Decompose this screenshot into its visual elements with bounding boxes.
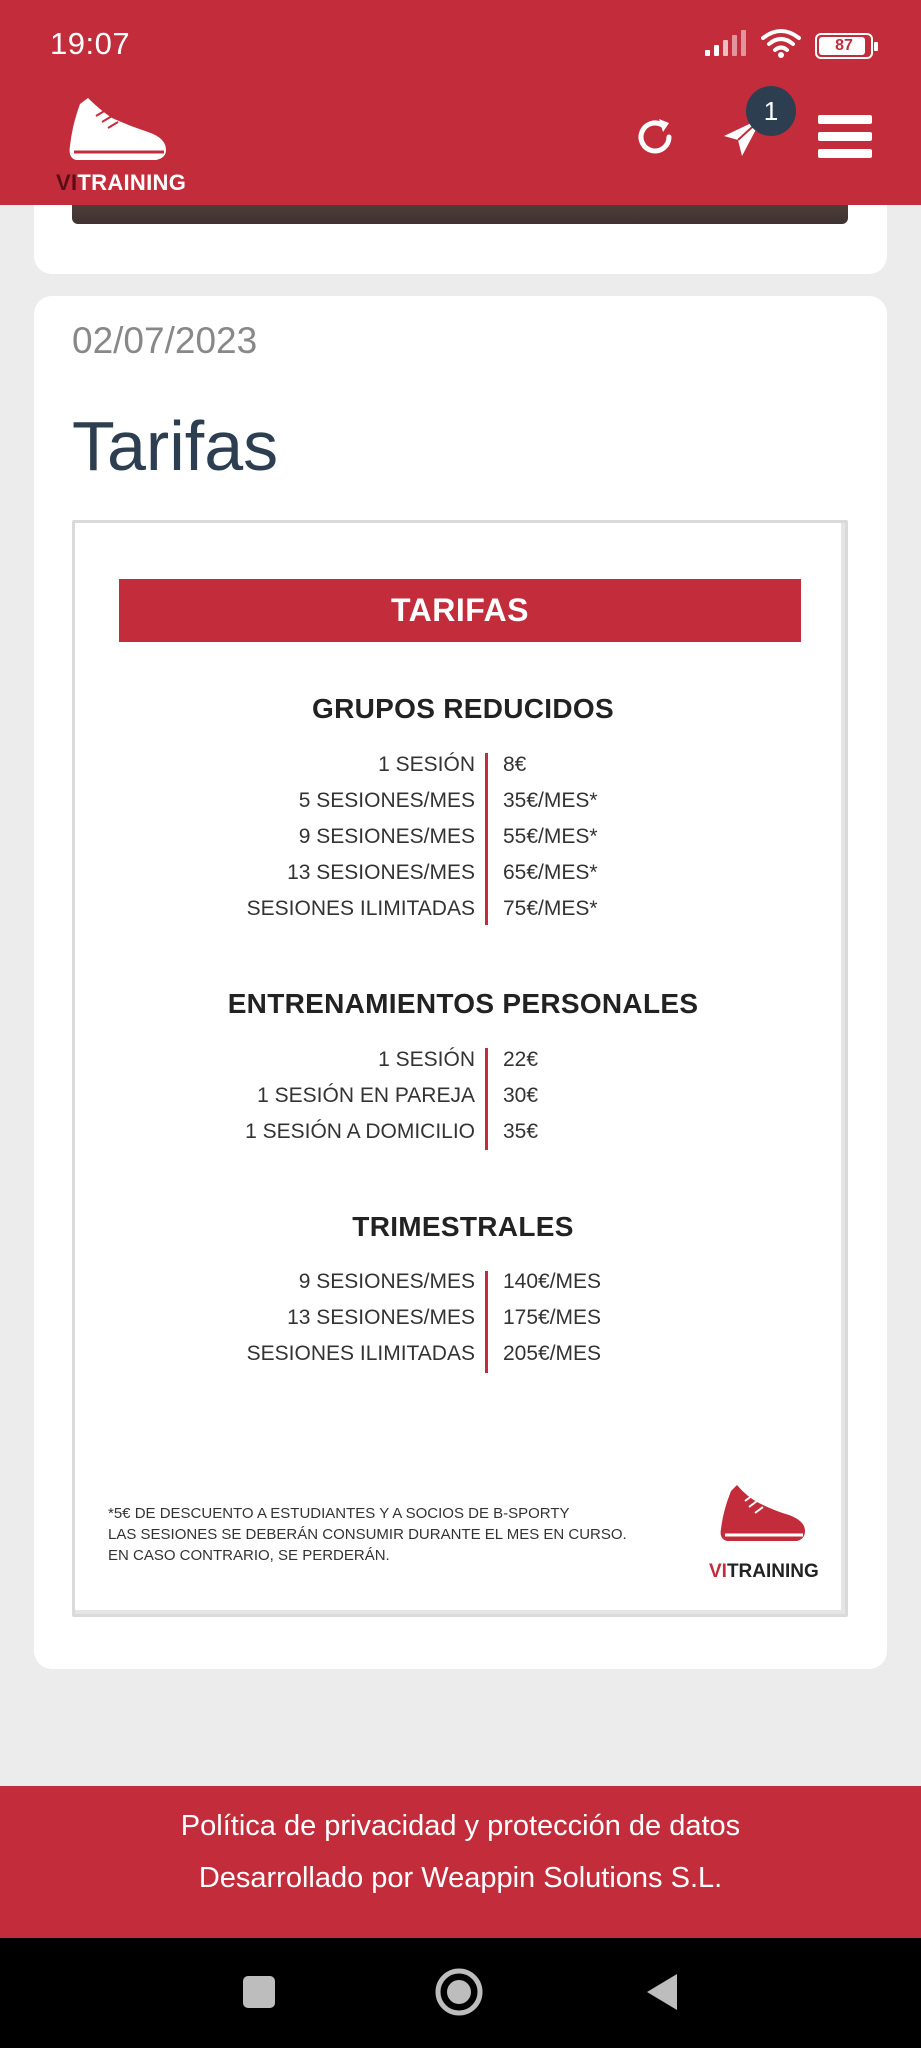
privacy-policy-link[interactable]: Política de privacidad y protección de d… [0, 1810, 921, 1843]
rate-row: SESIONES ILIMITADAS 75€/MES* [75, 891, 851, 927]
refresh-button[interactable] [628, 112, 682, 166]
battery-level: 87 [835, 36, 853, 54]
rates-flyer[interactable]: TARIFAS GRUPOS REDUCIDOS 1 SESIÓN 8€ 5 S… [72, 520, 848, 1617]
rate-price: 65€/MES* [503, 861, 598, 884]
rate-price: 55€/MES* [503, 825, 598, 848]
wifi-icon [761, 28, 801, 63]
rate-label: 9 SESIONES/MES [298, 1270, 475, 1293]
flyer-logo: VITRAINING [709, 1483, 819, 1583]
note-line: EN CASO CONTRARIO, SE PERDERÁN. [108, 1547, 390, 1564]
flyer-banner: TARIFAS [119, 579, 801, 642]
rate-row: 9 SESIONES/MES 55€/MES* [75, 819, 851, 855]
back-button[interactable] [634, 1966, 690, 2022]
rate-row: 1 SESIÓN A DOMICILIO 35€ [75, 1114, 851, 1150]
signal-icon [705, 30, 747, 61]
rate-label: 1 SESIÓN A DOMICILIO [245, 1120, 475, 1143]
note-line: LAS SESIONES SE DEBERÁN CONSUMIR DURANTE… [108, 1526, 627, 1543]
rate-label: SESIONES ILIMITADAS [246, 897, 475, 920]
square-icon [242, 1975, 276, 2014]
system-nav-bar [0, 1938, 921, 2048]
rate-price: 205€/MES [503, 1342, 602, 1365]
rate-row: 1 SESIÓN EN PAREJA 30€ [75, 1078, 851, 1114]
hamburger-menu-icon [818, 114, 872, 164]
status-time: 19:07 [50, 26, 131, 61]
flyer-notes: *5€ DE DESCUENTO A ESTUDIANTES Y A SOCIO… [108, 1503, 627, 1566]
post-date: 02/07/2023 [72, 320, 258, 361]
rate-price: 140€/MES [503, 1270, 602, 1293]
flyer-logo-text: VITRAINING [709, 1561, 819, 1582]
section-title-grupos: GRUPOS REDUCIDOS [312, 693, 614, 724]
rate-label: 9 SESIONES/MES [298, 825, 475, 848]
rate-label: 13 SESIONES/MES [287, 1306, 475, 1329]
logo-text: VITRAINING [56, 170, 187, 195]
rate-label: 1 SESIÓN [378, 1048, 475, 1071]
post-card: 02/07/2023 Tarifas TARIFAS GRUPOS REDUCI… [34, 296, 887, 1669]
recents-button[interactable] [231, 1966, 287, 2022]
rate-row: 13 SESIONES/MES 175€/MES [75, 1300, 851, 1336]
rate-label: 5 SESIONES/MES [298, 789, 475, 812]
rate-price: 8€ [503, 753, 527, 776]
home-button[interactable] [431, 1966, 487, 2022]
sneaker-icon [66, 96, 170, 173]
rate-price: 30€ [503, 1084, 539, 1107]
rate-label: 1 SESIÓN [378, 753, 475, 776]
section-title-trimestrales: TRIMESTRALES [352, 1211, 574, 1242]
rate-label: 1 SESIÓN EN PAREJA [257, 1084, 475, 1107]
red-sneaker-icon [717, 1483, 809, 1554]
rate-row: 1 SESIÓN 22€ [75, 1042, 851, 1078]
post-title: Tarifas [72, 407, 279, 485]
note-line: *5€ DE DESCUENTO A ESTUDIANTES Y A SOCIO… [108, 1505, 570, 1522]
app-logo[interactable]: VITRAINING [56, 96, 186, 200]
page-footer: Política de privacidad y protección de d… [0, 1786, 921, 1938]
rate-label: 13 SESIONES/MES [287, 861, 475, 884]
developer-link[interactable]: Desarrollado por Weappin Solutions S.L. [0, 1862, 921, 1895]
rate-price: 175€/MES [503, 1306, 602, 1329]
triangle-back-icon [645, 1972, 679, 2017]
circle-icon [434, 1967, 484, 2022]
rate-price: 35€/MES* [503, 789, 598, 812]
rate-row: 1 SESIÓN 8€ [75, 747, 851, 783]
rate-row: 13 SESIONES/MES 65€/MES* [75, 855, 851, 891]
rate-row: 9 SESIONES/MES 140€/MES [75, 1264, 851, 1300]
status-icons: 87 [705, 28, 878, 63]
rate-price: 22€ [503, 1048, 539, 1071]
rate-label: SESIONES ILIMITADAS [246, 1342, 475, 1365]
app-header: 19:07 87 VITRAINING 1 [0, 0, 921, 205]
notification-badge[interactable]: 1 [746, 86, 796, 136]
rate-price: 35€ [503, 1120, 539, 1143]
rate-row: 5 SESIONES/MES 35€/MES* [75, 783, 851, 819]
rate-price: 75€/MES* [503, 897, 598, 920]
battery-icon: 87 [815, 32, 878, 59]
refresh-icon [633, 115, 677, 164]
rate-row: SESIONES ILIMITADAS 205€/MES [75, 1336, 851, 1372]
section-title-personales: ENTRENAMIENTOS PERSONALES [227, 988, 699, 1019]
menu-button[interactable] [818, 112, 872, 166]
